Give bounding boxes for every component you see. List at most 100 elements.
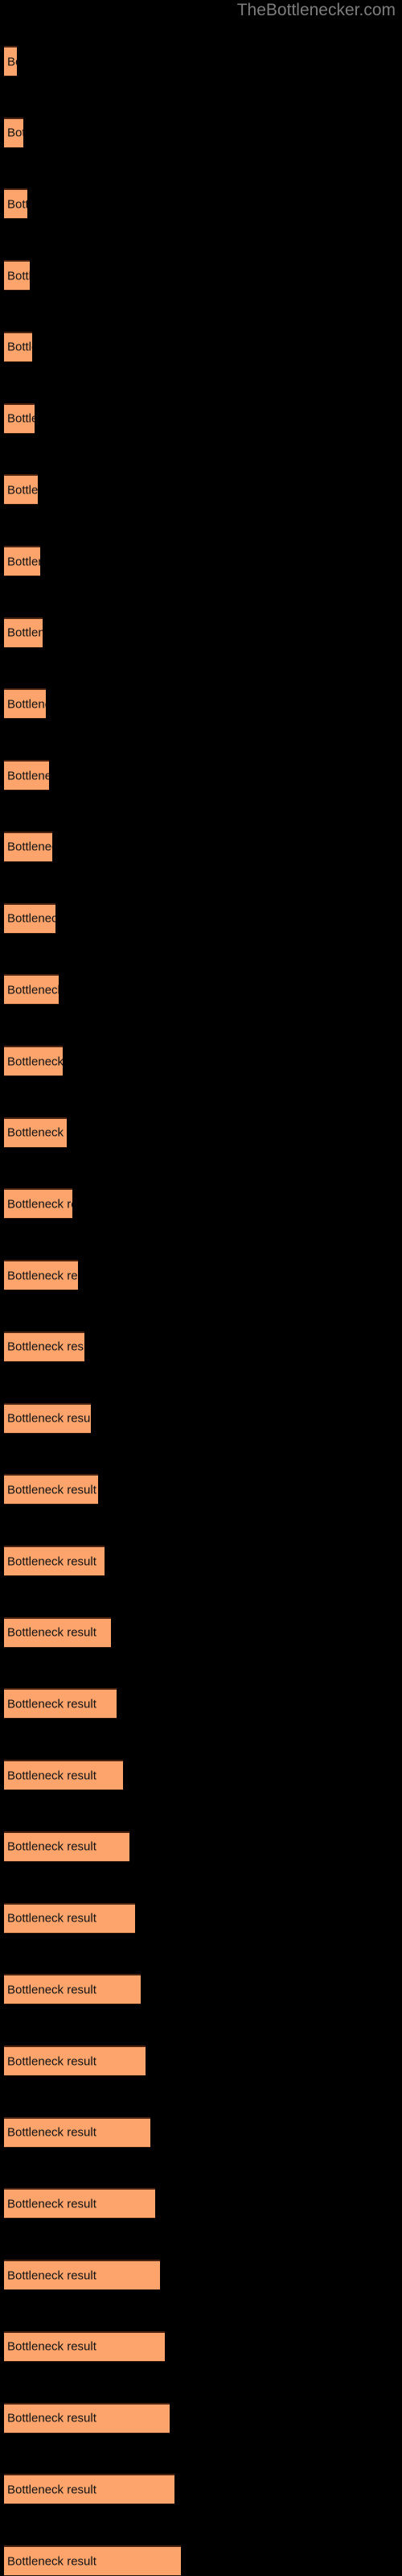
bar-label: Bottleneck result	[7, 2197, 96, 2211]
bar[interactable]: Bottleneck result	[4, 1974, 141, 2005]
bar[interactable]: Bottleneck result	[4, 1688, 117, 1719]
bar-label: Bottleneck result	[7, 625, 43, 640]
bar-row: Bottleneck result	[0, 1831, 402, 1862]
bar-row: Bottleneck result	[0, 188, 402, 220]
bar[interactable]: Bottleneck result	[4, 2116, 150, 2148]
bar-label: Bottleneck result	[7, 1340, 84, 1354]
bottleneck-bar-chart: TheBottlenecker.com Bottleneck resultBot…	[0, 0, 402, 2576]
bar-label: Bottleneck result	[7, 1055, 63, 1068]
bar[interactable]: Bottleneck result	[4, 260, 30, 291]
bar[interactable]: Bottleneck result	[4, 1260, 78, 1291]
bar-label: Bottleneck result	[7, 1411, 91, 1426]
bar[interactable]: Bottleneck result	[4, 1188, 72, 1220]
bar-row: Bottleneck result	[0, 2046, 402, 2076]
bar[interactable]: Bottleneck result	[4, 331, 32, 362]
bar[interactable]: Bottleneck result	[4, 117, 23, 148]
bar-label: Bottleneck result	[7, 483, 38, 497]
bar-label: Bottleneck result	[7, 2339, 96, 2354]
bar-label: Bottleneck result	[7, 840, 52, 854]
bar-row: Bottleneck result	[0, 260, 402, 291]
bar[interactable]: Bottleneck result	[4, 188, 27, 220]
bar-label: Bottleneck result	[7, 2411, 96, 2425]
bar-row: Bottleneck result	[0, 617, 402, 648]
bar[interactable]: Bottleneck result	[4, 688, 46, 720]
bar-row: Bottleneck result	[0, 1760, 402, 1791]
bar-label: Bottleneck result	[7, 555, 40, 568]
bar[interactable]: Bottleneck result	[4, 402, 35, 434]
bar-row: Bottleneck result	[0, 1188, 402, 1220]
bar[interactable]: Bottleneck result	[4, 2260, 160, 2291]
bar[interactable]: Bottleneck result	[4, 1831, 129, 1862]
bar-row: Bottleneck result	[0, 1331, 402, 1362]
bar-label: Bottleneck result	[7, 2483, 96, 2497]
bar[interactable]: Bottleneck result	[4, 974, 59, 1005]
bar-row: Bottleneck result	[0, 1902, 402, 1934]
bar-row: Bottleneck result	[0, 2545, 402, 2576]
bar-row: Bottleneck result	[0, 1546, 402, 1576]
bar-row: Bottleneck result	[0, 1117, 402, 1148]
bar-row: Bottleneck result	[0, 1260, 402, 1291]
bar[interactable]: Bottleneck result	[4, 831, 52, 862]
bar-label: Bottleneck result	[7, 911, 55, 926]
bar-label: Bottleneck result	[7, 411, 35, 426]
bar-row: Bottleneck result	[0, 2116, 402, 2148]
bar[interactable]: Bottleneck result	[4, 1546, 105, 1576]
bar[interactable]: Bottleneck result	[4, 1902, 135, 1934]
bar-row: Bottleneck result	[0, 2188, 402, 2219]
bar-label: Bottleneck result	[7, 983, 59, 997]
bar[interactable]: Bottleneck result	[4, 1616, 111, 1648]
bar-row: Bottleneck result	[0, 402, 402, 434]
bar[interactable]: Bottleneck result	[4, 760, 49, 791]
bar-row: Bottleneck result	[0, 1402, 402, 1434]
bar-row: Bottleneck result	[0, 1046, 402, 1076]
bar[interactable]: Bottleneck result	[4, 1760, 123, 1791]
bar[interactable]: Bottleneck result	[4, 2046, 146, 2076]
bar-label: Bottleneck result	[7, 1769, 96, 1783]
bar-row: Bottleneck result	[0, 2260, 402, 2291]
bar-row: Bottleneck result	[0, 2474, 402, 2505]
bar-label: Bottleneck result	[7, 1483, 96, 1497]
bar-row: Bottleneck result	[0, 331, 402, 362]
bar-label: Bottleneck result	[7, 1911, 96, 1926]
bar[interactable]: Bottleneck result	[4, 546, 40, 576]
bar[interactable]: Bottleneck result	[4, 46, 17, 76]
bar[interactable]: Bottleneck result	[4, 2188, 155, 2219]
bar-label: Bottleneck result	[7, 1269, 78, 1283]
bar[interactable]: Bottleneck result	[4, 2330, 165, 2362]
bar-label: Bottleneck result	[7, 126, 23, 140]
bar-row: Bottleneck result	[0, 117, 402, 148]
bar-row: Bottleneck result	[0, 2402, 402, 2434]
bar-row: Bottleneck result	[0, 474, 402, 506]
bar-label: Bottleneck result	[7, 1197, 72, 1212]
bar[interactable]: Bottleneck result	[4, 617, 43, 648]
bar-label: Bottleneck result	[7, 1625, 96, 1640]
bar[interactable]: Bottleneck result	[4, 2402, 170, 2434]
bar-label: Bottleneck result	[7, 1125, 67, 1140]
bar[interactable]: Bottleneck result	[4, 1331, 84, 1362]
bar[interactable]: Bottleneck result	[4, 1046, 63, 1076]
bar[interactable]: Bottleneck result	[4, 1402, 91, 1434]
bar-row: Bottleneck result	[0, 688, 402, 720]
bar-row: Bottleneck result	[0, 46, 402, 76]
bar-label: Bottleneck result	[7, 697, 46, 712]
bar-row: Bottleneck result	[0, 831, 402, 862]
bar-label: Bottleneck result	[7, 1839, 96, 1854]
bar-label: Bottleneck result	[7, 1554, 96, 1568]
bar-row: Bottleneck result	[0, 902, 402, 934]
bar-series-container: Bottleneck result Bottleneck result Bottle…	[0, 0, 402, 2576]
bar-row: Bottleneck result	[0, 974, 402, 1005]
bar-label: Bottleneck result	[7, 2268, 96, 2283]
bar[interactable]: Bottleneck result	[4, 2545, 181, 2576]
bar-label: Bottleneck result	[7, 340, 32, 354]
bar-row: Bottleneck result	[0, 1474, 402, 1505]
bar[interactable]: Bottleneck result	[4, 474, 38, 506]
bar-row: Bottleneck result	[0, 2330, 402, 2362]
bar[interactable]: Bottleneck result	[4, 2474, 174, 2505]
bar-label: Bottleneck result	[7, 55, 17, 68]
bar[interactable]: Bottleneck result	[4, 1474, 98, 1505]
bar-label: Bottleneck result	[7, 269, 30, 283]
bar-row: Bottleneck result	[0, 546, 402, 576]
bar[interactable]: Bottleneck result	[4, 1117, 67, 1148]
bar-label: Bottleneck result	[7, 1697, 96, 1711]
bar[interactable]: Bottleneck result	[4, 902, 55, 934]
